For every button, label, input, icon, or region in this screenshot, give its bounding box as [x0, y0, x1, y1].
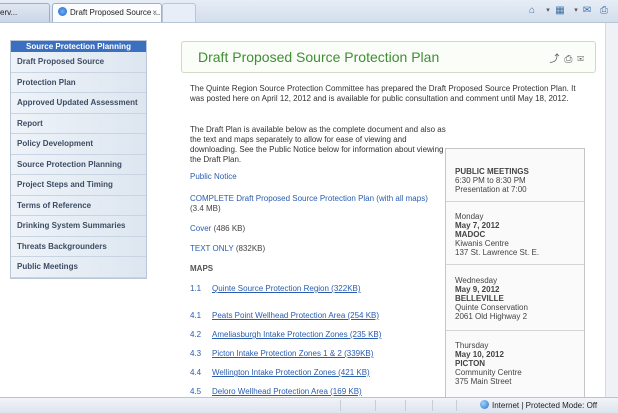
sidebar-item-draft-proposed-source[interactable]: Draft Proposed Source [11, 52, 146, 73]
meeting-place: BELLEVILLE [455, 294, 504, 303]
status-divider [405, 400, 406, 411]
status-divider [340, 400, 341, 411]
map-link-row[interactable]: 4.5 Deloro Wellhead Protection Area (169 … [190, 387, 362, 396]
print-page-icon[interactable]: ⎙ [564, 54, 573, 65]
sidebar-item-public-meetings[interactable]: Public Meetings [11, 257, 146, 278]
sidebar-item-protection-plan[interactable]: Protection Plan [11, 72, 146, 93]
ie-page-icon [58, 7, 67, 16]
status-divider [375, 400, 376, 411]
divider [446, 201, 584, 202]
globe-icon [480, 400, 489, 409]
sidebar-item-threats-backgrounders[interactable]: Threats Backgrounders [11, 236, 146, 257]
map-link[interactable]: Deloro Wellhead Protection Area (169 KB) [212, 387, 362, 396]
text-only-item: TEXT ONLY (832KB) [190, 244, 265, 253]
maps-heading: MAPS [190, 264, 214, 273]
map-link[interactable]: Quinte Source Protection Region (322KB) [212, 284, 361, 293]
close-tab-icon[interactable]: × [152, 4, 157, 22]
status-divider [456, 400, 457, 411]
security-zone-label: Internet | Protected Mode: Off [492, 401, 598, 410]
sidebar-item-drinking-system-summaries[interactable]: Drinking System Summaries [11, 216, 146, 237]
cover-size: (486 KB) [213, 224, 246, 233]
meeting-place: PICTON [455, 359, 486, 368]
public-meetings-box: PUBLIC MEETINGS 6:30 PM to 8:30 PM Prese… [445, 148, 585, 397]
meeting-day: Monday [455, 212, 484, 221]
page-title: Draft Proposed Source Protection Plan [198, 49, 440, 65]
map-link-row[interactable]: 4.4 Wellington Intake Protection Zones (4… [190, 368, 370, 377]
meeting-date: May 9, 2012 [455, 285, 500, 294]
text-only-link[interactable]: TEXT ONLY [190, 244, 234, 253]
meeting-day: Wednesday [455, 276, 498, 285]
vertical-scrollbar[interactable] [605, 23, 618, 397]
page-viewport: Source Protection Planning Draft Propose… [0, 23, 606, 397]
public-notice-link[interactable]: Public Notice [190, 172, 237, 181]
meeting-place: MADOC [455, 230, 486, 239]
complete-plan-item: COMPLETE Draft Proposed Source Protectio… [190, 194, 428, 203]
sidebar-item-report[interactable]: Report [11, 113, 146, 134]
meeting-date: May 7, 2012 [455, 221, 500, 230]
divider [446, 330, 584, 331]
map-link[interactable]: Peats Point Wellhead Protection Area (25… [212, 311, 379, 320]
text-only-size: (832KB) [235, 244, 266, 253]
map-number: 4.1 [190, 311, 202, 320]
email-page-icon[interactable]: ✉ [577, 54, 585, 65]
cover-item: Cover (486 KB) [190, 224, 245, 233]
complete-plan-link[interactable]: COMPLETE Draft Proposed Source Protectio… [190, 194, 428, 203]
meeting-day: Thursday [455, 341, 489, 350]
security-zone[interactable]: Internet | Protected Mode: Off [480, 400, 597, 411]
sidebar-item-source-protection-planning[interactable]: Source Protection Planning [11, 154, 146, 175]
availability-paragraph: The Draft Plan is available below as the… [190, 125, 446, 164]
tab-previous[interactable]: erv... [0, 3, 50, 22]
meeting-address: 2061 Old Highway 2 [455, 312, 528, 321]
sidebar-item-project-steps-timing[interactable]: Project Steps and Timing [11, 175, 146, 196]
meeting-date: May 10, 2012 [455, 350, 504, 359]
meetings-presentation: Presentation at 7:00 [455, 185, 527, 194]
sidebar-header: Source Protection Planning [11, 41, 146, 52]
sidebar-item-terms-of-reference[interactable]: Terms of Reference [11, 195, 146, 216]
browser-tab-bar: erv... Draft Proposed Source ... × ⌂ ▾ ▦… [0, 0, 618, 23]
cover-link[interactable]: Cover [190, 224, 211, 233]
page-title-box: Draft Proposed Source Protection Plan ⤴ … [181, 41, 596, 73]
map-number: 4.4 [190, 368, 202, 377]
map-link-row[interactable]: 4.2 Ameliasburgh Intake Protection Zones … [190, 330, 381, 339]
meetings-time: 6:30 PM to 8:30 PM [455, 176, 526, 185]
meeting-address: 137 St. Lawrence St. E. [455, 248, 540, 257]
complete-plan-size: (3.4 MB) [190, 204, 221, 213]
map-link-row[interactable]: 4.1 Peats Point Wellhead Protection Area … [190, 311, 379, 320]
tab-draft-proposed-source[interactable]: Draft Proposed Source ... × [52, 3, 162, 22]
meeting-venue: Kiwanis Centre [455, 239, 509, 248]
tab-label: erv... [0, 8, 18, 17]
sidebar-item-approved-updated-assessment[interactable]: Approved Updated Assessment [11, 93, 146, 114]
meeting-venue: Community Centre [455, 368, 522, 377]
meeting-venue: Quinte Conservation [455, 303, 528, 312]
page-tools: ⤴ ⎙ ✉ [550, 50, 585, 65]
sidebar-nav: Source Protection Planning Draft Propose… [10, 40, 147, 279]
sidebar-item-policy-development[interactable]: Policy Development [11, 134, 146, 155]
divider [446, 264, 584, 265]
new-tab-button[interactable] [162, 3, 196, 22]
map-link-row[interactable]: 1.1 Quinte Source Protection Region (322K… [190, 284, 361, 293]
status-bar: Internet | Protected Mode: Off [0, 397, 618, 413]
meeting-address: 375 Main Street [455, 377, 512, 386]
map-number: 4.5 [190, 387, 202, 396]
map-number: 4.3 [190, 349, 202, 358]
map-number: 4.2 [190, 330, 202, 339]
main-content: Draft Proposed Source Protection Plan ⤴ … [181, 41, 596, 396]
map-link[interactable]: Picton Intake Protection Zones 1 & 2 (33… [212, 349, 373, 358]
tab-label: Draft Proposed Source ... [70, 8, 161, 17]
print-icon[interactable]: ⎙ [594, 4, 614, 18]
map-link[interactable]: Wellington Intake Protection Zones (421 … [212, 368, 370, 377]
share-icon[interactable]: ⤴ [550, 54, 561, 65]
map-link-row[interactable]: 4.3 Picton Intake Protection Zones 1 & 2 … [190, 349, 373, 358]
map-number: 1.1 [190, 284, 202, 293]
status-divider [432, 400, 433, 411]
intro-paragraph: The Quinte Region Source Protection Comm… [190, 84, 576, 103]
meetings-heading: PUBLIC MEETINGS [455, 167, 529, 176]
map-link[interactable]: Ameliasburgh Intake Protection Zones (23… [212, 330, 381, 339]
